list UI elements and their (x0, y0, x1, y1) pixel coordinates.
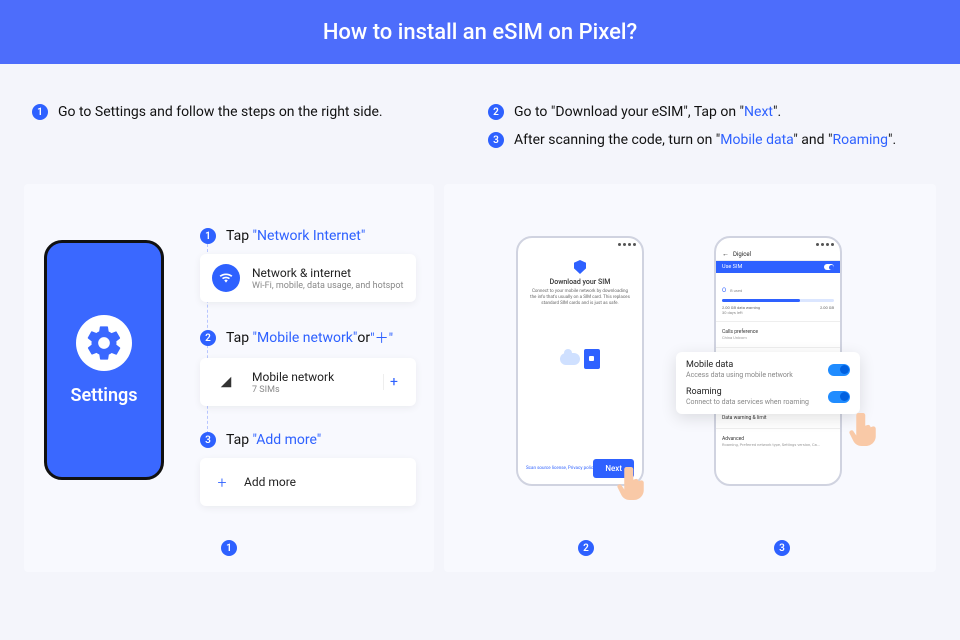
pointing-hand-icon-2 (848, 410, 878, 446)
carrier-header[interactable]: Digicel (716, 248, 840, 261)
step-1-line: 1 Go to Settings and follow the steps on… (32, 104, 472, 120)
mobile-data-row[interactable]: Mobile data Access data using mobile net… (686, 360, 850, 379)
tap-2-heading: 2 Tap "Mobile network" or "＋" (200, 328, 416, 348)
tap-step-2: 2 Tap "Mobile network" or "＋" Mobile net… (200, 328, 416, 406)
panel-steps-2-3: Download your SIM Connect to your mobile… (444, 184, 936, 572)
footer-links[interactable]: Scan source license, Privacy polic (526, 466, 593, 471)
panel-badge-2: 2 (578, 540, 594, 556)
step-1-text: Go to Settings and follow the steps on t… (58, 104, 383, 120)
roaming-keyword: Roaming (832, 132, 888, 148)
wifi-icon (212, 264, 240, 292)
instruction-row: 1 Go to Settings and follow the steps on… (0, 104, 960, 160)
toggle-overlay-card: Mobile data Access data using mobile net… (676, 352, 860, 414)
settings-label: Settings (71, 385, 138, 406)
network-card-text: Network & internet Wi-Fi, mobile, data u… (252, 266, 404, 291)
instruction-right-col: 2 Go to "Download your eSIM", Tap on "Ne… (480, 104, 936, 160)
next-keyword: Next (744, 104, 773, 120)
phone-download-sim: Download your SIM Connect to your mobile… (516, 236, 644, 486)
step-badge-2: 2 (488, 104, 504, 120)
panel-badge-3: 3 (774, 540, 790, 556)
banner-title: How to install an eSIM on Pixel? (323, 20, 637, 45)
use-sim-toggle[interactable] (824, 264, 834, 270)
calls-pref-item[interactable]: Calls preferenceChina Unicom (716, 324, 840, 345)
tap-badge-3: 3 (200, 432, 216, 448)
sim-doc-icon (584, 349, 600, 369)
advanced-item[interactable]: AdvancedRoaming, Preferred network type,… (716, 431, 840, 452)
step-2-line: 2 Go to "Download your eSIM", Tap on "Ne… (488, 104, 928, 120)
add-more-keyword: "Add more" (253, 432, 322, 448)
add-sim-plus[interactable]: + (383, 374, 404, 390)
settings-gear-circle (76, 315, 132, 371)
data-usage-block: O B used 2.00 GB data warning2.00 GB 30 … (716, 273, 840, 319)
tap-badge-1: 1 (200, 228, 216, 244)
mobile-network-keyword: "Mobile network" (253, 330, 358, 346)
tap-3-heading: 3 Tap "Add more" (200, 432, 416, 448)
usage-progress-bar (722, 299, 834, 302)
plus-keyword: "＋" (370, 328, 393, 348)
network-internet-card[interactable]: Network & internet Wi-Fi, mobile, data u… (200, 254, 416, 302)
panel-step-1: Settings 1 Tap "Network Internet" Networ… (24, 184, 434, 572)
illustration-panels: Settings 1 Tap "Network Internet" Networ… (0, 184, 960, 572)
mobile-data-keyword: Mobile data (720, 132, 793, 148)
roaming-sub: Connect to data services when roaming (686, 398, 809, 406)
gear-icon (84, 323, 124, 363)
panel-badge-1: 1 (221, 540, 237, 556)
add-more-card[interactable]: + Add more (200, 458, 416, 506)
tap-steps: 1 Tap "Network Internet" Network & inter… (200, 228, 416, 532)
step-3-line: 3 After scanning the code, turn on "Mobi… (488, 132, 928, 148)
tap-step-3: 3 Tap "Add more" + Add more (200, 432, 416, 506)
step-3-text: After scanning the code, turn on "Mobile… (514, 132, 896, 148)
use-sim-row[interactable]: Use SIM (716, 261, 840, 273)
roaming-label: Roaming (686, 387, 809, 397)
mobile-data-label: Mobile data (686, 360, 793, 370)
tap-badge-2: 2 (200, 330, 216, 346)
download-illustration (545, 341, 615, 377)
step-2-text: Go to "Download your eSIM", Tap on "Next… (514, 104, 781, 120)
signal-icon (212, 368, 240, 396)
pixel-device-mock: Settings (44, 240, 164, 480)
mobile-card-text: Mobile network 7 SIMs (252, 370, 371, 395)
mobile-data-toggle[interactable] (828, 364, 850, 376)
download-sim-desc: Connect to your mobile network by downlo… (526, 289, 634, 307)
add-more-text: Add more (244, 475, 404, 489)
instruction-left-col: 1 Go to Settings and follow the steps on… (24, 104, 480, 160)
download-sim-title: Download your SIM (526, 278, 634, 286)
tap-1-heading: 1 Tap "Network Internet" (200, 228, 416, 244)
tap-step-1: 1 Tap "Network Internet" Network & inter… (200, 228, 416, 302)
shield-icon (574, 260, 586, 274)
cloud-icon (560, 353, 580, 365)
roaming-toggle[interactable] (828, 391, 850, 403)
plus-icon: + (212, 468, 232, 496)
status-bar-icons-3 (716, 238, 840, 248)
step-badge-3: 3 (488, 132, 504, 148)
phone-2-content: Download your SIM Connect to your mobile… (518, 248, 642, 383)
pointing-hand-icon (616, 464, 646, 500)
page-title-banner: How to install an eSIM on Pixel? (0, 0, 960, 64)
status-bar-icons (518, 238, 642, 248)
roaming-row[interactable]: Roaming Connect to data services when ro… (686, 387, 850, 406)
mobile-network-card[interactable]: Mobile network 7 SIMs + (200, 358, 416, 406)
network-internet-keyword: "Network Internet" (253, 228, 366, 244)
mobile-data-sub: Access data using mobile network (686, 371, 793, 379)
step-badge-1: 1 (32, 104, 48, 120)
